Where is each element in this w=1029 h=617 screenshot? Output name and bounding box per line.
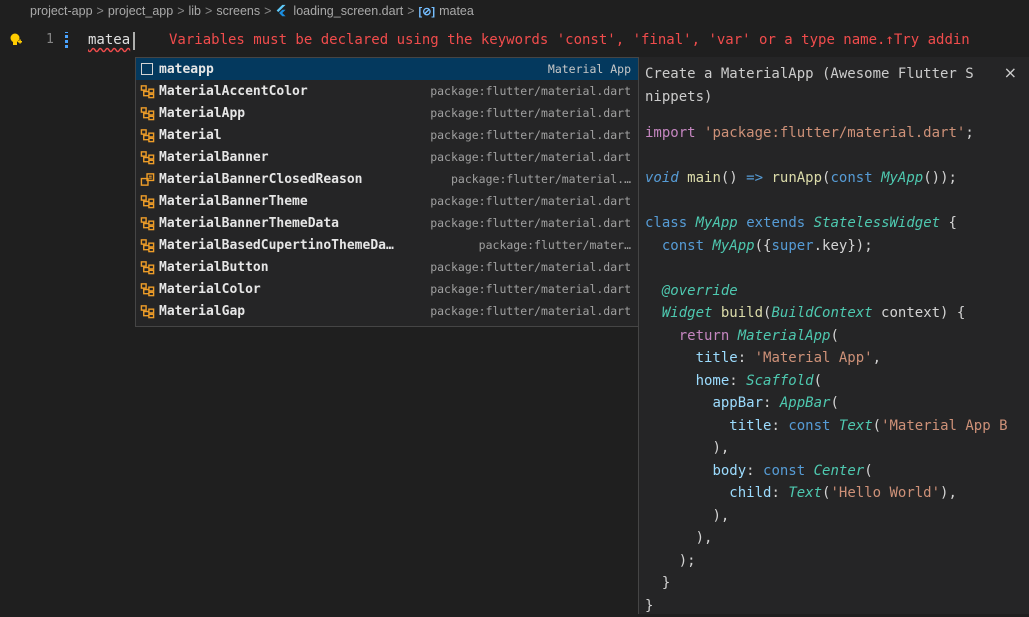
code-line: appBar: AppBar( — [645, 392, 1029, 415]
suggestion-label: MaterialBasedCupertinoThemeDa… — [159, 238, 394, 253]
code-line: @override — [645, 280, 1029, 303]
class-icon — [139, 215, 155, 231]
suggestion-detail: package:flutter/material.dart — [430, 128, 631, 142]
breadcrumb-item-screens[interactable]: screens — [216, 4, 260, 18]
line-number: 1 — [46, 32, 54, 47]
breadcrumb-separator: > — [407, 4, 414, 18]
code-line: const MyApp({super.key}); — [645, 235, 1029, 258]
suggestion-detail: Material App — [548, 62, 631, 76]
suggestion-item[interactable]: MaterialButton package:flutter/material.d… — [136, 256, 638, 278]
code-line: ), — [645, 505, 1029, 528]
breadcrumb-separator: > — [177, 4, 184, 18]
inline-error-message: Variables must be declared using the key… — [169, 32, 970, 48]
text-caret — [133, 32, 135, 50]
breadcrumb-separator: > — [97, 4, 104, 18]
breadcrumb-item-project-app-folder[interactable]: project_app — [108, 4, 173, 18]
code-preview: import 'package:flutter/material.dart'; … — [645, 122, 1029, 617]
suggestion-item[interactable]: Material package:flutter/material.dart — [136, 124, 638, 146]
suggestion-detail: package:flutter/material.dart — [430, 84, 631, 98]
lightbulb-icon[interactable] — [9, 32, 23, 48]
breadcrumb-item-project-app[interactable]: project-app — [30, 4, 93, 18]
class-icon — [139, 83, 155, 99]
suggestion-detail: package:flutter/mater… — [479, 238, 631, 252]
suggestion-item[interactable]: MaterialBasedCupertinoThemeDa… package:fl… — [136, 234, 638, 256]
breadcrumb-item-symbol[interactable]: [⊘]matea — [419, 4, 474, 18]
breadcrumb-file-label: loading_screen.dart — [293, 4, 403, 18]
code-line: class MyApp extends StatelessWidget { — [645, 212, 1029, 235]
suggestion-item[interactable]: MaterialBannerClosedReason package:flutte… — [136, 168, 638, 190]
suggestion-detail: package:flutter/material.dart — [430, 282, 631, 296]
code-line — [645, 145, 1029, 168]
suggestion-label: MaterialButton — [159, 260, 269, 275]
code-line: child: Text('Hello World'), — [645, 482, 1029, 505]
suggestion-detail: package:flutter/material.dart — [430, 216, 631, 230]
code-line: return MaterialApp( — [645, 325, 1029, 348]
class-icon — [139, 127, 155, 143]
dart-file-icon — [275, 4, 288, 17]
suggestion-label: MaterialBannerThemeData — [159, 216, 339, 231]
typed-code-text[interactable]: matea — [88, 32, 130, 48]
suggestion-label: mateapp — [159, 62, 214, 77]
breadcrumb-symbol-label: matea — [439, 4, 474, 18]
suggestion-label: MaterialApp — [159, 106, 245, 121]
suggestion-item[interactable]: MaterialBannerTheme package:flutter/mater… — [136, 190, 638, 212]
code-line: home: Scaffold( — [645, 370, 1029, 393]
suggestion-item[interactable]: mateapp Material App — [136, 58, 638, 80]
suggestion-item[interactable]: MaterialGap package:flutter/material.dart — [136, 300, 638, 322]
suggestion-detail: package:flutter/material.dart — [430, 304, 631, 318]
close-icon[interactable]: × — [1004, 63, 1017, 82]
class-icon — [139, 105, 155, 121]
code-line: } — [645, 572, 1029, 595]
breadcrumb-item-file[interactable]: loading_screen.dart — [275, 4, 403, 18]
class-icon — [139, 149, 155, 165]
modified-line-indicator — [65, 32, 68, 48]
suggestion-detail: package:flutter/material.dart — [430, 106, 631, 120]
code-line: ); — [645, 550, 1029, 573]
class-icon — [139, 259, 155, 275]
suggestion-list[interactable]: mateapp Material App MaterialAccentColor pa… — [135, 57, 639, 327]
variable-icon: [⊘] — [419, 5, 436, 18]
suggestion-item[interactable]: MaterialApp package:flutter/material.dart — [136, 102, 638, 124]
suggestion-label: MaterialGap — [159, 304, 245, 319]
code-line: title: 'Material App', — [645, 347, 1029, 370]
suggestion-item[interactable]: MaterialAccentColor package:flutter/mater… — [136, 80, 638, 102]
suggestion-label: MaterialBanner — [159, 150, 269, 165]
breadcrumb: project-app > project_app > lib > screen… — [0, 0, 1029, 22]
editor-line-1[interactable]: 1 matea Variables must be declared using… — [0, 30, 1029, 52]
suggestion-item[interactable]: MaterialColor package:flutter/material.da… — [136, 278, 638, 300]
suggestion-detail: package:flutter/material.dart — [430, 260, 631, 274]
class-icon — [139, 193, 155, 209]
suggestion-label: MaterialBannerClosedReason — [159, 172, 363, 187]
suggestion-item[interactable]: MaterialBannerThemeData package:flutter/m… — [136, 212, 638, 234]
class-icon — [139, 281, 155, 297]
suggestion-detail: package:flutter/material.dart — [430, 194, 631, 208]
breadcrumb-item-lib[interactable]: lib — [189, 4, 202, 18]
breadcrumb-separator: > — [264, 4, 271, 18]
suggestion-item[interactable]: MaterialBanner package:flutter/material.d… — [136, 146, 638, 168]
code-line: void main() => runApp(const MyApp()); — [645, 167, 1029, 190]
suggestion-label: MaterialAccentColor — [159, 84, 308, 99]
code-line: title: const Text('Material App B — [645, 415, 1029, 438]
breadcrumb-separator: > — [205, 4, 212, 18]
code-line: Widget build(BuildContext context) { — [645, 302, 1029, 325]
details-title-line-2: nippets) — [645, 89, 712, 105]
code-line: ), — [645, 527, 1029, 550]
enum-icon — [139, 171, 155, 187]
suggestion-label: MaterialBannerTheme — [159, 194, 308, 209]
code-line: ), — [645, 437, 1029, 460]
code-line: import 'package:flutter/material.dart'; — [645, 122, 1029, 145]
suggestion-details-panel: Create a MaterialApp (Awesome Flutter S … — [638, 57, 1029, 614]
snippet-icon — [139, 61, 155, 77]
class-icon — [139, 303, 155, 319]
suggestion-label: MaterialColor — [159, 282, 261, 297]
code-line: body: const Center( — [645, 460, 1029, 483]
details-title: Create a MaterialApp (Awesome Flutter S … — [645, 63, 1029, 109]
code-line — [645, 190, 1029, 213]
code-line — [645, 257, 1029, 280]
suggestion-label: Material — [159, 128, 222, 143]
class-icon — [139, 237, 155, 253]
suggestion-detail: package:flutter/material.dart — [430, 150, 631, 164]
suggestion-detail: package:flutter/material.… — [451, 172, 631, 186]
details-title-line-1: Create a MaterialApp (Awesome Flutter S — [645, 66, 974, 82]
